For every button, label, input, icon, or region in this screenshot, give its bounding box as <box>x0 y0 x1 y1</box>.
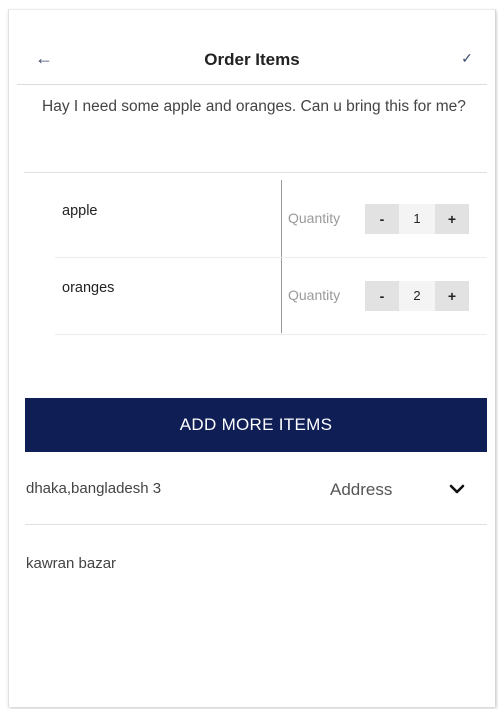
add-more-items-button[interactable]: ADD MORE ITEMS <box>25 398 487 452</box>
quantity-label: Quantity <box>288 287 341 303</box>
street-address[interactable]: kawran bazar <box>26 555 116 572</box>
quantity-label: Quantity <box>288 210 341 226</box>
item-name: oranges <box>62 280 115 296</box>
decrement-button[interactable]: - <box>365 204 399 234</box>
chevron-down-icon[interactable] <box>447 479 467 499</box>
quantity-value[interactable]: 2 <box>399 281 435 311</box>
quantity-stepper: - 2 + <box>365 281 469 311</box>
item-name: apple <box>62 203 98 219</box>
divider <box>25 524 487 525</box>
increment-button[interactable]: + <box>435 281 469 311</box>
city-value[interactable]: dhaka,bangladesh 3 <box>26 480 161 497</box>
quantity-stepper: - 1 + <box>365 204 469 234</box>
item-row: oranges Quantity - 2 + <box>55 258 487 335</box>
app-header: ← Order Items ✓ <box>17 38 487 85</box>
increment-button[interactable]: + <box>435 204 469 234</box>
check-icon[interactable]: ✓ <box>457 48 477 68</box>
decrement-button[interactable]: - <box>365 281 399 311</box>
item-row: apple Quantity - 1 + <box>55 181 487 258</box>
address-dropdown-label[interactable]: Address <box>330 480 392 500</box>
order-message: Hay I need some apple and oranges. Can u… <box>42 98 466 115</box>
divider <box>24 172 487 173</box>
quantity-value[interactable]: 1 <box>399 204 435 234</box>
page-title: Order Items <box>204 50 300 69</box>
